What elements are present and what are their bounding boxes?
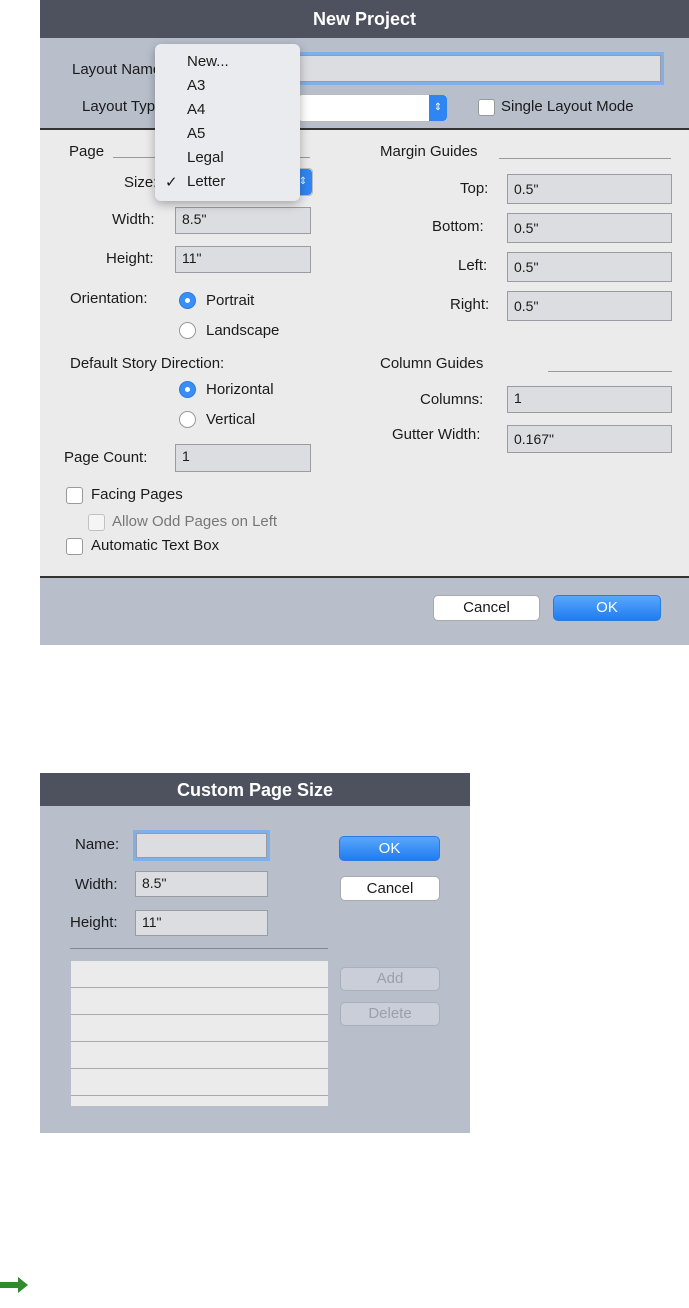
height-label: Height: [70,914,118,931]
menu-item-letter[interactable]: Letter [187,173,225,190]
divider [548,370,672,372]
size-dropdown-menu: New... A3 A4 A5 Legal ✓ Letter [155,44,300,201]
cancel-button[interactable]: Cancel [340,876,440,901]
height-input[interactable]: 11" [135,910,268,936]
divider [70,948,328,949]
vertical-radio[interactable] [179,411,196,428]
columns-input[interactable]: 1 [507,386,672,413]
bottom-margin-input[interactable]: 0.5" [507,213,672,243]
checkmark-icon: ✓ [165,174,178,191]
top-margin-input[interactable]: 0.5" [507,174,672,204]
story-direction-label: Default Story Direction: [70,355,225,372]
portrait-radio[interactable] [179,292,196,309]
gutter-width-label: Gutter Width: [392,426,481,443]
width-input[interactable]: 8.5" [175,207,311,234]
name-label: Name: [75,836,120,853]
height-label: Height: [106,250,154,267]
gutter-width-input[interactable]: 0.167" [507,425,672,453]
page-count-input[interactable]: 1 [175,444,311,472]
dialog-title: New Project [40,0,689,38]
new-project-dialog: New Project Layout Name: Layout Type: ⇕ … [40,0,689,645]
left-label: Left: [458,257,488,274]
dialog-title: Custom Page Size [40,773,470,806]
right-label: Right: [450,296,490,313]
horizontal-label: Horizontal [206,381,274,398]
left-margin-input[interactable]: 0.5" [507,252,672,282]
page-section-heading: Page [69,143,105,160]
menu-item-new[interactable]: New... [187,53,229,70]
divider [499,157,671,159]
width-label: Width: [112,211,155,228]
width-label: Width: [75,876,118,893]
menu-item-a4[interactable]: A4 [187,101,205,118]
menu-item-a5[interactable]: A5 [187,125,205,142]
allow-odd-pages-label: Allow Odd Pages on Left [112,513,278,530]
name-input[interactable] [136,833,267,858]
landscape-radio[interactable] [179,322,196,339]
ok-button[interactable]: OK [339,836,440,861]
width-input[interactable]: 8.5" [135,871,268,897]
stepper-chevrons-icon: ⇕ [429,95,447,121]
top-label: Top: [460,180,489,197]
automatic-text-box-checkbox[interactable] [66,538,83,555]
delete-button[interactable]: Delete [340,1002,440,1026]
single-layout-mode-label: Single Layout Mode [501,98,634,115]
arrow-right-icon [0,1277,28,1293]
landscape-label: Landscape [206,322,280,339]
automatic-text-box-label: Automatic Text Box [91,537,220,554]
size-label: Size: [124,174,158,191]
layout-name-label: Layout Name: [72,61,166,78]
facing-pages-label: Facing Pages [91,486,183,503]
height-input[interactable]: 11" [175,246,311,273]
layout-name-input[interactable] [298,55,661,82]
custom-sizes-list[interactable] [71,961,328,1106]
add-button[interactable]: Add [340,967,440,991]
cancel-button[interactable]: Cancel [433,595,540,621]
ok-button[interactable]: OK [553,595,661,621]
portrait-label: Portrait [206,292,255,309]
horizontal-radio[interactable] [179,381,196,398]
right-margin-input[interactable]: 0.5" [507,291,672,321]
layout-type-select[interactable]: ⇕ [298,94,448,122]
vertical-label: Vertical [206,411,256,428]
column-guides-heading: Column Guides [380,355,484,372]
page-count-label: Page Count: [64,449,148,466]
custom-page-size-dialog: Custom Page Size Name: Width: 8.5" Heigh… [40,773,470,1133]
margin-guides-heading: Margin Guides [380,143,478,160]
bottom-label: Bottom: [432,218,484,235]
single-layout-mode-checkbox[interactable] [478,99,495,116]
menu-item-legal[interactable]: Legal [187,149,224,166]
columns-label: Columns: [420,391,484,408]
facing-pages-checkbox[interactable] [66,487,83,504]
menu-item-a3[interactable]: A3 [187,77,205,94]
allow-odd-pages-checkbox[interactable] [88,514,105,531]
orientation-label: Orientation: [70,290,148,307]
